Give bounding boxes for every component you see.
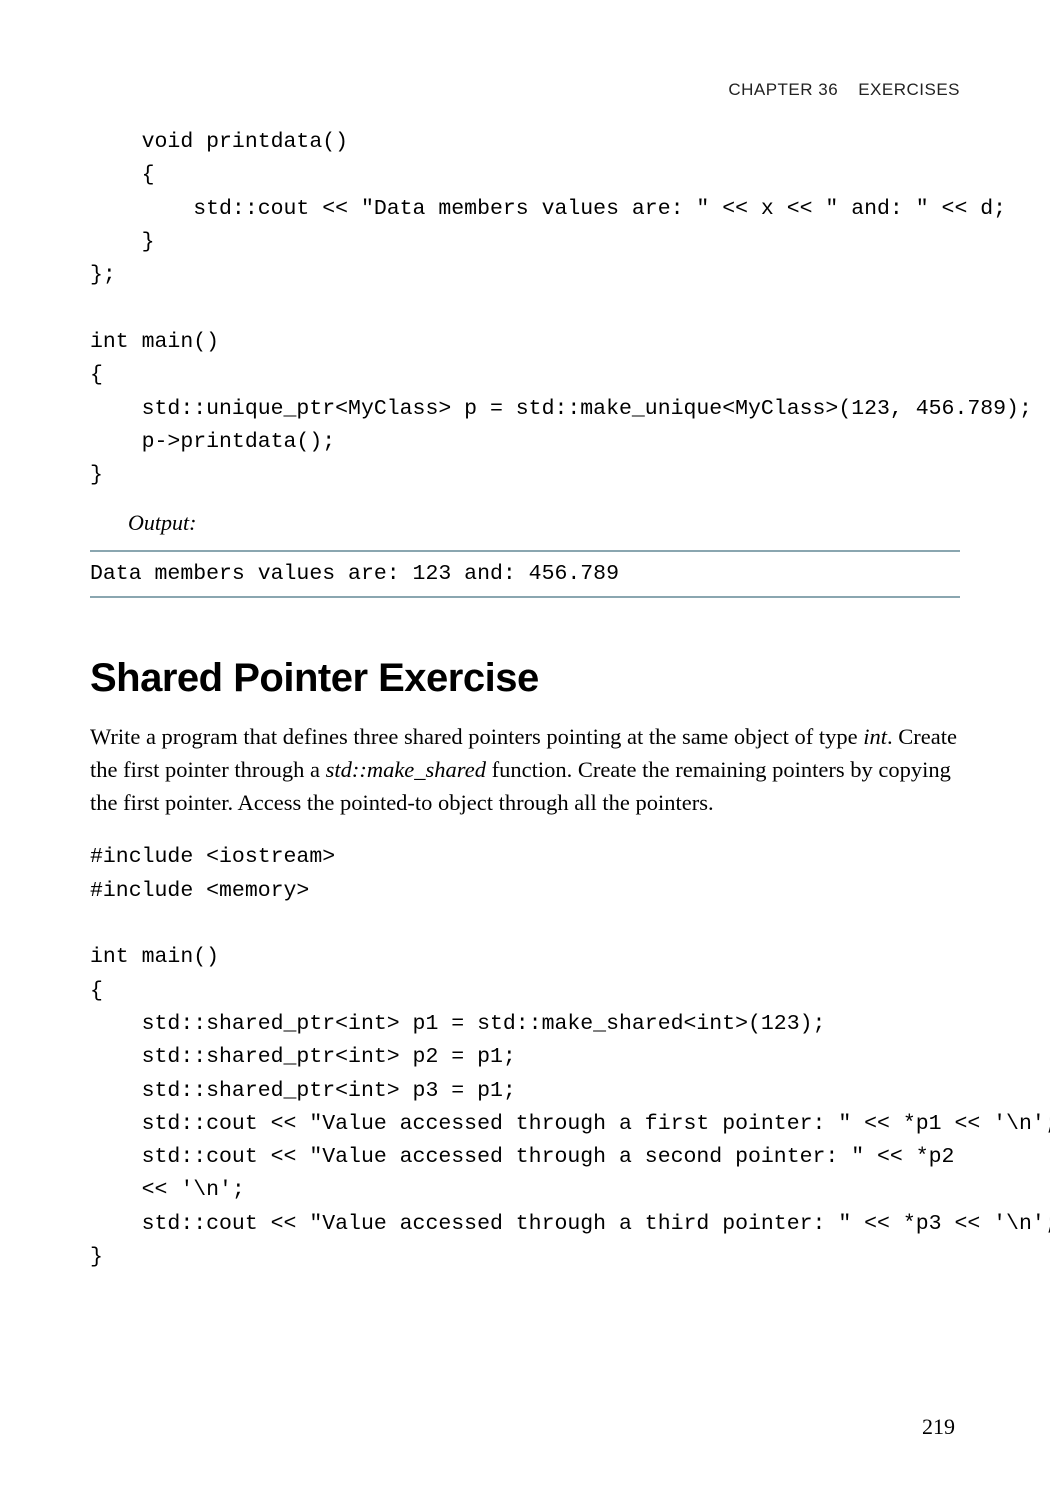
code-listing-2: #include <iostream> #include <memory> in…: [90, 841, 960, 1274]
section-heading: Shared Pointer Exercise: [90, 656, 960, 701]
para-em-int: int: [863, 724, 887, 749]
page-number: 219: [922, 1414, 955, 1440]
chapter-label: CHAPTER 36: [728, 80, 838, 99]
output-label: Output:: [128, 510, 960, 536]
page: CHAPTER 36 EXERCISES void printdata() { s…: [0, 0, 1050, 1500]
para-text-a: Write a program that defines three share…: [90, 724, 863, 749]
output-box: Data members values are: 123 and: 456.78…: [90, 550, 960, 598]
code-listing-1: void printdata() { std::cout << "Data me…: [90, 126, 960, 492]
para-em-makeshared: std::make_shared: [326, 757, 486, 782]
running-header: CHAPTER 36 EXERCISES: [90, 80, 960, 100]
chapter-title: EXERCISES: [858, 80, 960, 99]
section-paragraph: Write a program that defines three share…: [90, 721, 960, 819]
